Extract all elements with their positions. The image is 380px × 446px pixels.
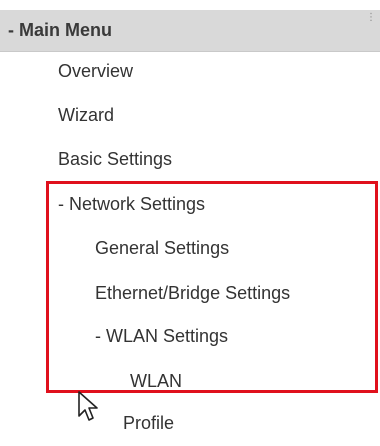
mouse-pointer-icon (78, 391, 98, 421)
menu-item-profile[interactable]: Profile (123, 412, 174, 434)
menu-item-wlan[interactable]: WLAN (130, 370, 182, 392)
menu-item-ethernet-bridge-settings[interactable]: Ethernet/Bridge Settings (95, 282, 290, 304)
menu-item-wizard[interactable]: Wizard (58, 104, 114, 126)
menu-item-general-settings[interactable]: General Settings (95, 237, 229, 259)
main-menu-label: - Main Menu (8, 20, 112, 40)
collapse-grip-icon: ⋮ (366, 12, 376, 23)
menu-item-wlan-settings[interactable]: - WLAN Settings (95, 325, 228, 347)
menu-item-network-settings[interactable]: - Network Settings (58, 193, 205, 215)
menu-item-basic-settings[interactable]: Basic Settings (58, 148, 172, 170)
main-menu-header[interactable]: - Main Menu ⋮ (0, 10, 380, 52)
menu-item-overview[interactable]: Overview (58, 60, 133, 82)
